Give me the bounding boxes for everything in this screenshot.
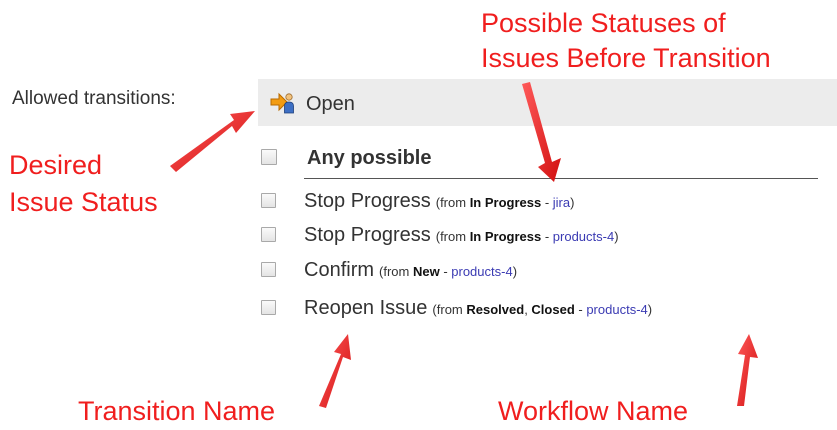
transition-name-arrow-icon [319,334,351,408]
annotation-arrows [170,82,758,408]
statuses-arrow-icon [522,82,561,182]
workflow-name-arrow-icon [737,334,758,406]
desired-status-arrow-icon [170,111,255,172]
